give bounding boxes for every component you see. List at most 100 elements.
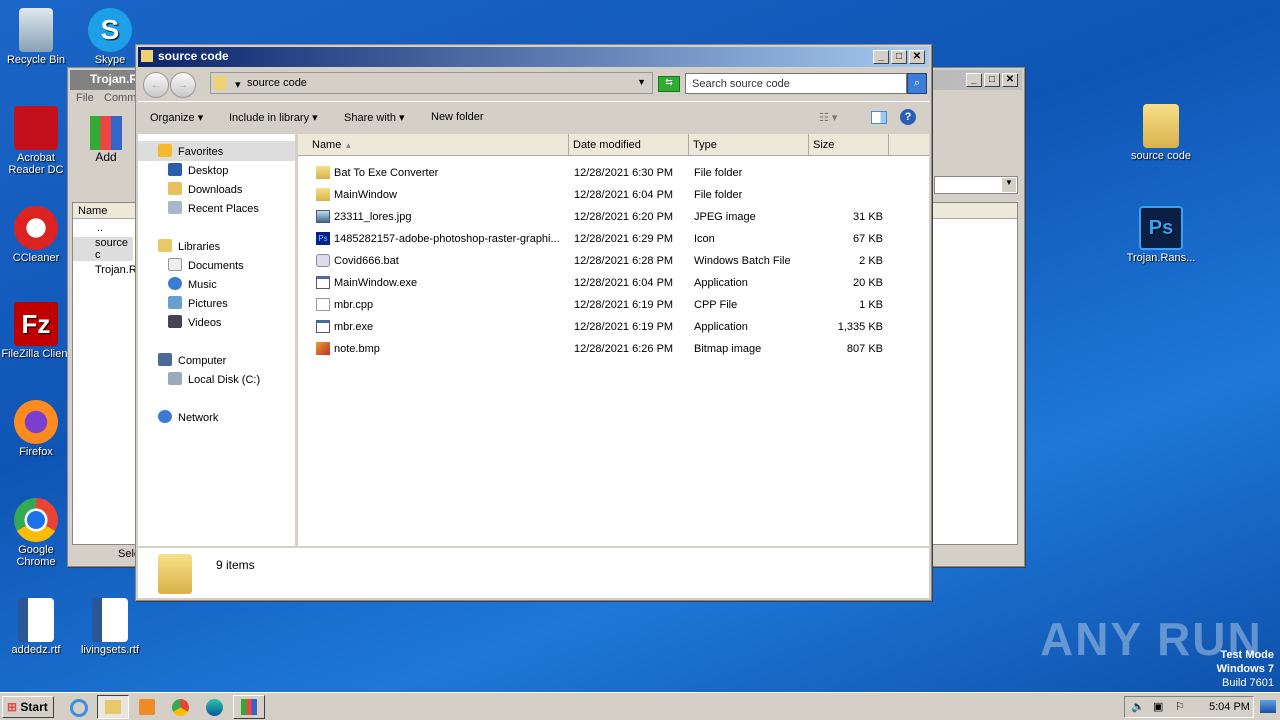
volume-icon[interactable]: 🔈: [1131, 700, 1145, 713]
desktop-icon-filezilla[interactable]: Fz FileZilla Client: [0, 302, 74, 360]
file-list[interactable]: Name ▲ Date modified Type Size Bat To Ex…: [298, 134, 929, 546]
desktop-icon-ccleaner[interactable]: CCleaner: [0, 206, 74, 264]
app-icon: [316, 276, 330, 289]
nav-favorites[interactable]: Favorites: [158, 144, 223, 158]
forward-button[interactable]: →: [170, 72, 196, 98]
address-dropdown-icon[interactable]: ▼: [637, 77, 646, 87]
folder-large-icon: [158, 554, 192, 594]
close-button[interactable]: ✕: [1002, 73, 1018, 87]
desktop-icon-recycle-bin[interactable]: Recycle Bin: [0, 8, 74, 66]
file-row[interactable]: Ps 1485282157-adobe-photoshop-raster-gra…: [298, 228, 929, 250]
nav-local-disk[interactable]: Local Disk (C:): [168, 372, 260, 386]
breadcrumb-source-code[interactable]: source code: [247, 77, 307, 89]
column-name[interactable]: Name ▲: [298, 134, 569, 156]
nav-computer[interactable]: Computer: [158, 353, 226, 367]
nav-documents[interactable]: Documents: [168, 258, 244, 272]
taskbar-ie-icon[interactable]: [70, 699, 88, 717]
refresh-button[interactable]: ⇆: [658, 76, 680, 92]
nav-libraries[interactable]: Libraries: [158, 239, 220, 253]
acrobat-icon: [14, 106, 58, 150]
app-icon: [316, 320, 330, 333]
search-input[interactable]: Search source code: [685, 73, 907, 94]
winrar-row[interactable]: source c: [73, 237, 133, 261]
winrar-path-dropdown[interactable]: ▼: [934, 176, 1018, 194]
nav-desktop[interactable]: Desktop: [168, 163, 228, 177]
column-size[interactable]: Size: [809, 134, 889, 156]
winrar-add-button[interactable]: Add: [90, 116, 122, 164]
file-size: 2 KB: [859, 255, 883, 267]
clock[interactable]: 5:04 PM: [1209, 701, 1250, 713]
preview-pane-icon[interactable]: [871, 111, 887, 124]
file-icon: [316, 298, 330, 311]
file-date: 12/28/2021 6:20 PM: [574, 211, 674, 223]
nav-videos[interactable]: Videos: [168, 315, 221, 329]
desktop-icon-addedz[interactable]: addedz.rtf: [0, 598, 74, 656]
folder-icon: [1143, 104, 1179, 148]
gear-icon: [316, 254, 330, 267]
file-row[interactable]: Covid666.bat 12/28/2021 6:28 PM Windows …: [298, 250, 929, 272]
action-center-flag-icon[interactable]: ⚐: [1175, 700, 1185, 713]
view-options-icon[interactable]: ☷ ▾: [819, 111, 837, 124]
breadcrumb-chevron: ▾: [235, 79, 241, 91]
file-name: mbr.cpp: [334, 299, 374, 311]
column-type[interactable]: Type: [689, 134, 809, 156]
share-with-button[interactable]: Share with ▾: [344, 111, 405, 124]
maximize-button[interactable]: □: [891, 50, 907, 64]
winrar-menu-commands[interactable]: Comm: [104, 92, 136, 104]
desktop-icon-source-code[interactable]: source code: [1123, 104, 1199, 162]
explorer-title-bar[interactable]: source code _ □ ✕: [138, 47, 929, 67]
file-date: 12/28/2021 6:19 PM: [574, 321, 674, 333]
taskbar-media-player-icon[interactable]: [139, 699, 155, 715]
show-desktop-button[interactable]: [1260, 700, 1276, 713]
taskbar-edge-icon[interactable]: [206, 699, 223, 716]
column-date-modified[interactable]: Date modified: [569, 134, 689, 156]
winrar-title: Trojan.R: [90, 72, 139, 86]
file-date: 12/28/2021 6:29 PM: [574, 233, 674, 245]
search-button[interactable]: ⌕: [907, 73, 927, 94]
desktop-icon-livingsets[interactable]: livingsets.rtf: [72, 598, 148, 656]
nav-pictures[interactable]: Pictures: [168, 296, 228, 310]
maximize-button[interactable]: □: [984, 73, 1000, 87]
star-icon: [158, 144, 172, 157]
photoshop-icon: Ps: [1139, 206, 1183, 250]
winrar-menu-file[interactable]: File: [76, 92, 94, 104]
desktop-icon-firefox[interactable]: Firefox: [0, 400, 74, 458]
file-row[interactable]: Bat To Exe Converter 12/28/2021 6:30 PM …: [298, 162, 929, 184]
nav-downloads[interactable]: Downloads: [168, 182, 242, 196]
taskbar: ⊞ Start 🔈 ▣ ⚐ 5:04 PM: [0, 692, 1280, 720]
organize-button[interactable]: Organize ▾: [150, 111, 203, 124]
address-bar[interactable]: ▾ source code ▼: [210, 72, 653, 94]
file-row[interactable]: MainWindow 12/28/2021 6:04 PM File folde…: [298, 184, 929, 206]
minimize-button[interactable]: _: [873, 50, 889, 64]
help-icon[interactable]: ?: [900, 109, 916, 125]
file-row[interactable]: 23311_lores.jpg 12/28/2021 6:20 PM JPEG …: [298, 206, 929, 228]
close-button[interactable]: ✕: [909, 50, 925, 64]
back-button[interactable]: ←: [143, 72, 169, 98]
nav-network[interactable]: Network: [158, 410, 218, 424]
skype-icon: S: [88, 8, 132, 52]
desktop-icon-chrome[interactable]: Google Chrome: [0, 498, 74, 568]
taskbar-explorer-icon[interactable]: [97, 695, 129, 719]
new-folder-button[interactable]: New folder: [431, 111, 484, 123]
file-row[interactable]: mbr.exe 12/28/2021 6:19 PM Application 1…: [298, 316, 929, 338]
desktop-icon-acrobat[interactable]: Acrobat Reader DC: [0, 106, 74, 176]
videos-icon: [168, 315, 182, 328]
nav-music[interactable]: Music: [168, 277, 217, 291]
file-row[interactable]: mbr.cpp 12/28/2021 6:19 PM CPP File 1 KB: [298, 294, 929, 316]
explorer-window[interactable]: source code _ □ ✕ ← → ▾ source code ▼ ⇆ Se…: [135, 44, 932, 601]
network-tray-icon[interactable]: ▣: [1153, 700, 1163, 713]
test-mode-line: Test Mode: [1220, 649, 1274, 661]
sort-ascending-icon: ▲: [344, 141, 353, 150]
taskbar-winrar-icon[interactable]: [233, 695, 265, 719]
file-row[interactable]: MainWindow.exe 12/28/2021 6:04 PM Applic…: [298, 272, 929, 294]
start-button[interactable]: ⊞ Start: [2, 696, 54, 718]
nav-recent-places[interactable]: Recent Places: [168, 201, 259, 215]
file-row[interactable]: note.bmp 12/28/2021 6:26 PM Bitmap image…: [298, 338, 929, 360]
recycle-bin-icon: [19, 8, 53, 52]
taskbar-chrome-icon[interactable]: [172, 699, 189, 716]
file-date: 12/28/2021 6:04 PM: [574, 189, 674, 201]
minimize-button[interactable]: _: [966, 73, 982, 87]
include-in-library-button[interactable]: Include in library ▾: [229, 111, 318, 124]
command-bar: Organize ▾ Include in library ▾ Share wi…: [138, 101, 929, 133]
desktop-icon-trojan[interactable]: Ps Trojan.Rans...: [1123, 206, 1199, 264]
